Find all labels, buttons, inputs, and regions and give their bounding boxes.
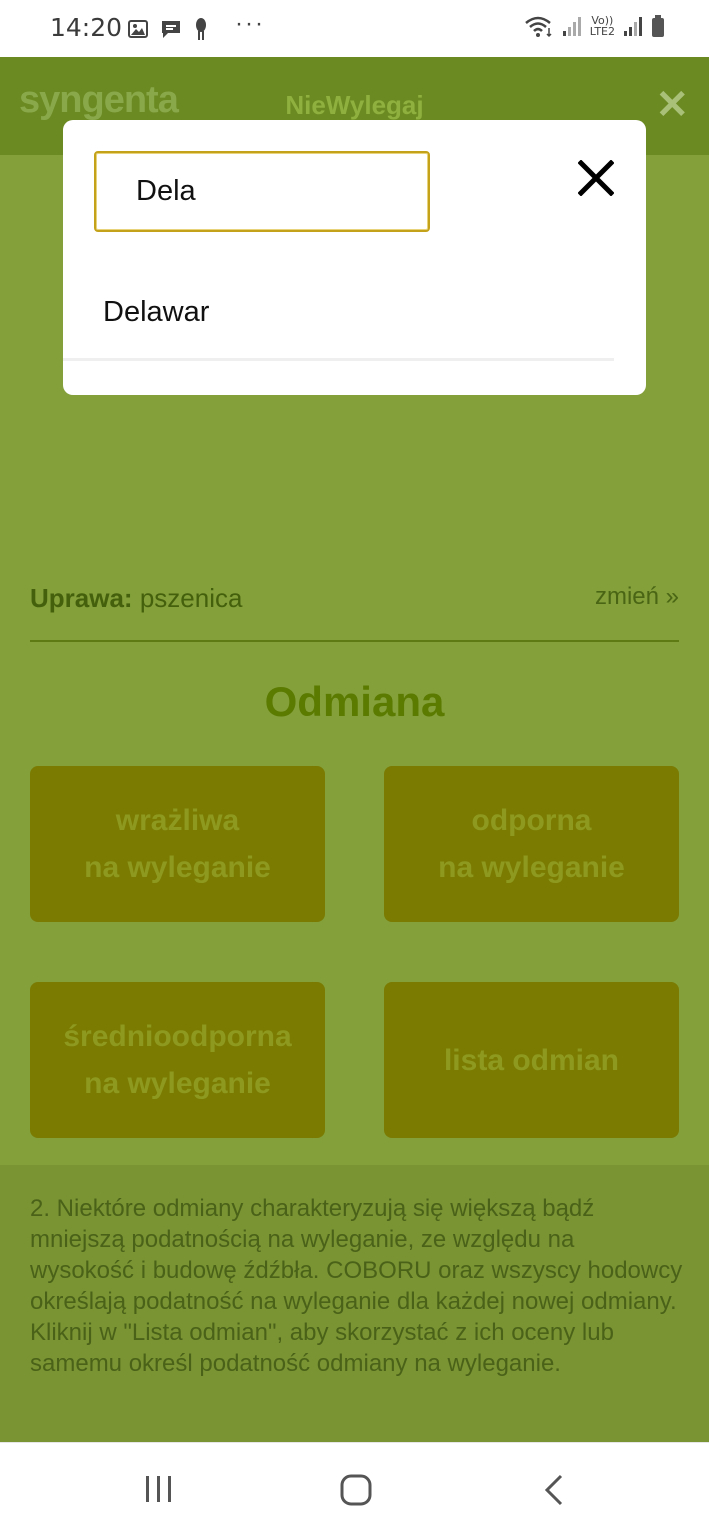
info-panel: 2. Niektóre odmiany charakteryzują się w… (0, 1165, 709, 1442)
app-title: NieWylegaj (285, 90, 424, 120)
option-label: średnioodporna (63, 1020, 292, 1053)
search-dialog: Delawar (63, 120, 646, 395)
home-icon[interactable] (339, 1473, 373, 1507)
option-sublabel: na wyleganie (438, 851, 625, 884)
result-divider (63, 358, 614, 361)
crop-value: pszenica (139, 583, 243, 613)
close-icon[interactable]: ✕ (655, 85, 689, 125)
message-icon (162, 21, 180, 38)
close-icon[interactable] (578, 160, 614, 196)
divider (30, 640, 679, 642)
search-input[interactable] (136, 153, 416, 230)
option-medium-resistant-button[interactable]: średnioodporna na wyleganie (30, 982, 325, 1138)
option-sublabel: na wyleganie (84, 1067, 271, 1100)
wifi-icon (524, 16, 552, 38)
crop-label: Uprawa: (30, 583, 133, 613)
option-label: lista odmian (443, 1043, 620, 1077)
option-label: wrażliwa (115, 804, 240, 837)
option-label: odporna (471, 804, 592, 837)
lte-indicator: Vo)) LTE2 (590, 15, 615, 37)
change-crop-link[interactable]: zmień » (595, 583, 679, 611)
app-screen: syngenta NieWylegaj ✕ Uprawa: pszenica z… (0, 57, 709, 1442)
status-time: 14:20 (50, 13, 123, 42)
navigation-bar (0, 1442, 709, 1536)
crop-row: Uprawa: pszenica zmień » (30, 581, 679, 617)
status-bar: 14:20 ··· Vo)) LTE2 (0, 0, 709, 57)
notification-icon (196, 18, 206, 40)
lte-label: LTE2 (589, 25, 615, 38)
notification-icons (128, 17, 208, 41)
search-field-wrapper (94, 151, 430, 232)
system-icons: Vo)) LTE2 (524, 14, 665, 38)
option-sublabel: na wyleganie (84, 851, 271, 884)
signal-icon (624, 17, 642, 36)
crop-info: Uprawa: pszenica (30, 583, 242, 614)
variety-list-button[interactable]: lista odmian (384, 982, 679, 1138)
section-title: Odmiana (264, 678, 445, 725)
battery-icon (652, 15, 664, 37)
option-resistant-button[interactable]: odporna na wyleganie (384, 766, 679, 922)
search-result-item[interactable]: Delawar (103, 296, 209, 329)
image-icon (128, 20, 148, 38)
info-text: 2. Niektóre odmiany charakteryzują się w… (30, 1195, 683, 1377)
recent-apps-icon[interactable] (143, 1473, 175, 1505)
option-sensitive-button[interactable]: wrażliwa na wyleganie (30, 766, 325, 922)
signal-icon (562, 17, 581, 36)
more-notifications: ··· (235, 10, 265, 37)
back-icon[interactable] (542, 1473, 566, 1507)
